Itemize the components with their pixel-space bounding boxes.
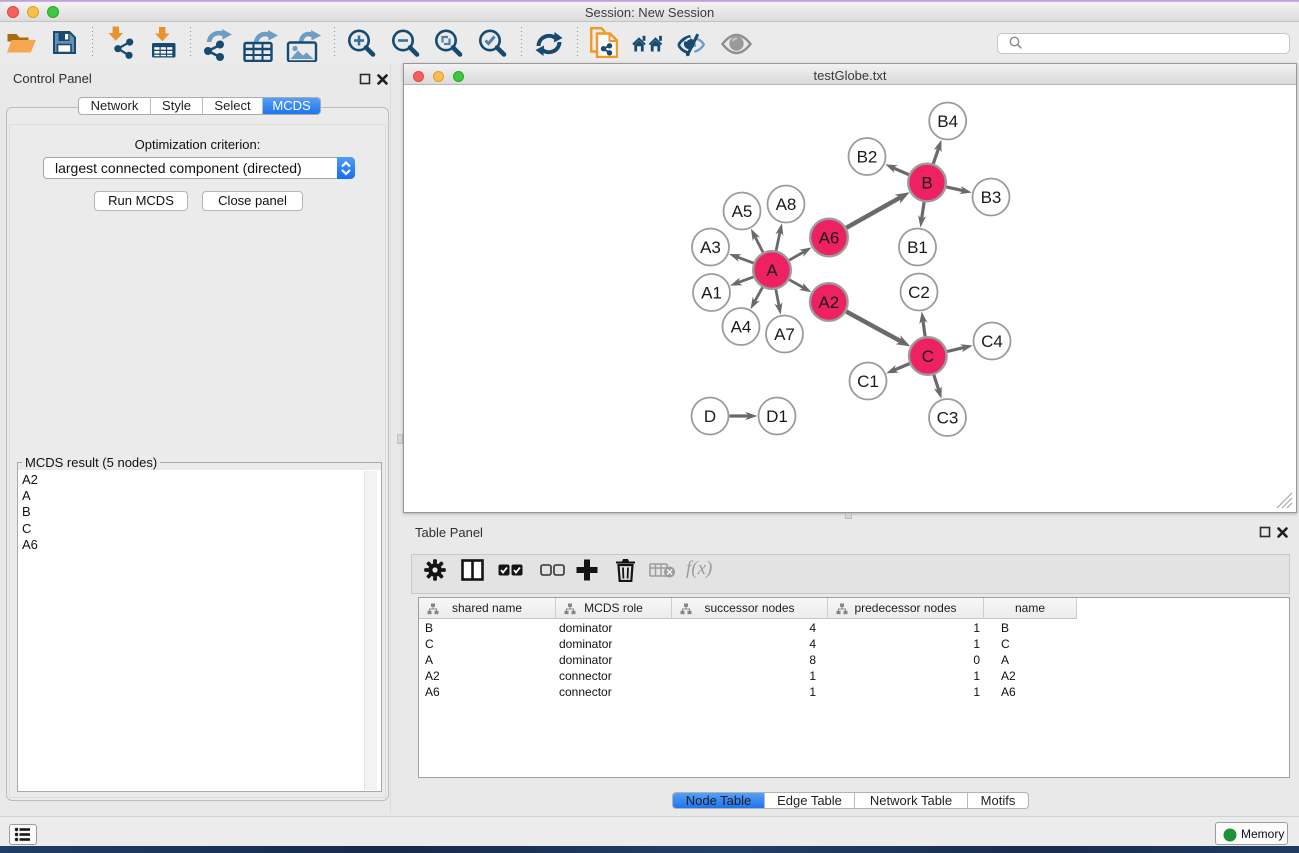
svg-text:C2: C2 bbox=[908, 283, 930, 302]
svg-text:A3: A3 bbox=[700, 238, 721, 257]
svg-text:A: A bbox=[766, 261, 778, 280]
svg-text:A7: A7 bbox=[774, 325, 795, 344]
svg-text:B1: B1 bbox=[907, 238, 928, 257]
svg-text:A4: A4 bbox=[731, 318, 752, 337]
svg-text:A6: A6 bbox=[819, 229, 840, 248]
svg-text:B2: B2 bbox=[857, 148, 878, 167]
svg-text:D1: D1 bbox=[766, 407, 788, 426]
svg-text:C1: C1 bbox=[857, 372, 879, 391]
svg-text:C3: C3 bbox=[937, 409, 959, 428]
svg-text:B4: B4 bbox=[937, 112, 958, 131]
svg-text:A1: A1 bbox=[701, 284, 722, 303]
svg-text:B: B bbox=[921, 174, 932, 193]
svg-text:D: D bbox=[704, 407, 716, 426]
svg-text:B3: B3 bbox=[981, 188, 1002, 207]
svg-text:C4: C4 bbox=[981, 332, 1003, 351]
svg-text:C: C bbox=[922, 347, 934, 366]
svg-text:A8: A8 bbox=[776, 195, 797, 214]
svg-text:A5: A5 bbox=[732, 202, 753, 221]
svg-text:A2: A2 bbox=[818, 293, 839, 312]
